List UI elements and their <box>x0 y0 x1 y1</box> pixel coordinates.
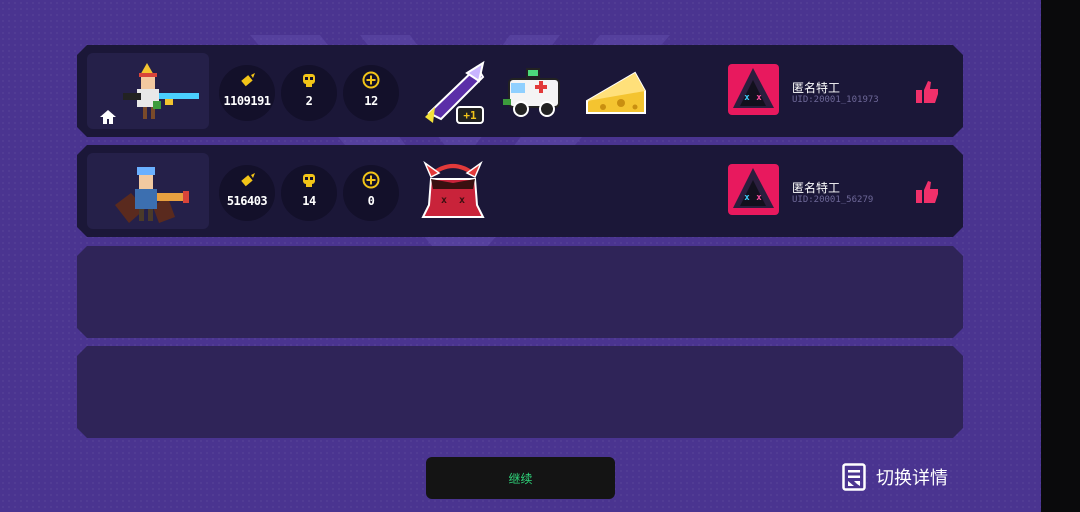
svg-text:x: x <box>744 193 750 203</box>
player-row-2: 2 516403 <box>77 145 963 237</box>
empty-player-slot <box>77 246 963 338</box>
stat-kills: 14 <box>281 165 337 221</box>
svg-text:x: x <box>756 93 762 103</box>
svg-text:+1: +1 <box>463 109 477 122</box>
svg-text:x: x <box>756 193 762 203</box>
empty-player-slot <box>77 346 963 438</box>
like-thumbs-up-icon[interactable] <box>913 178 941 206</box>
stat-ammo-value: 1109191 <box>223 94 271 108</box>
player-avatar: x x <box>728 64 779 115</box>
purple-shark-rocket-item: +1 <box>417 55 489 127</box>
stat-heal-value: 0 <box>367 194 375 208</box>
bullet-icon <box>238 71 256 89</box>
bullet-icon <box>238 171 256 189</box>
red-demon-head-item: x x <box>417 155 489 227</box>
character-portrait <box>87 53 209 129</box>
svg-text:x: x <box>459 195 465 206</box>
stat-kills: 2 <box>281 65 337 121</box>
switch-details-label: 切换详情 <box>876 468 948 489</box>
switch-details-icon <box>842 463 866 491</box>
heal-plus-icon <box>362 171 380 189</box>
player-avatar: x x <box>728 164 779 215</box>
stat-ammo-value: 516403 <box>226 194 268 208</box>
home-icon <box>99 109 117 125</box>
player-name: 匿名特工 <box>792 81 841 95</box>
stat-ammo: 516403 <box>219 165 275 221</box>
ambulance-item <box>497 55 569 127</box>
switch-details-button[interactable]: 切换详情 <box>842 462 948 492</box>
skull-icon <box>300 71 318 89</box>
character-portrait <box>87 153 209 229</box>
stat-ammo: 1109191 <box>219 65 275 121</box>
stat-heal: 12 <box>343 65 399 121</box>
player-uid: UID:20001_56279 <box>792 195 874 205</box>
stat-kills-value: 14 <box>302 194 316 208</box>
stat-heal: 0 <box>343 165 399 221</box>
like-thumbs-up-icon[interactable] <box>913 78 941 106</box>
continue-button[interactable]: 继续 <box>426 457 615 499</box>
svg-text:x: x <box>744 93 750 103</box>
results-screen: 1 1109191 <box>0 0 1041 512</box>
berserker-character-icon <box>87 153 209 229</box>
player-name: 匿名特工 <box>792 181 841 195</box>
svg-text:x: x <box>441 195 447 206</box>
stat-kills-value: 2 <box>305 94 313 108</box>
hooded-agent-icon: x x <box>728 164 779 215</box>
player-row-1: 1 1109191 <box>77 45 963 137</box>
cheese-item <box>579 55 651 127</box>
player-uid: UID:20001_101973 <box>792 95 879 105</box>
heal-plus-icon <box>362 71 380 89</box>
hooded-agent-icon: x x <box>728 64 779 115</box>
stat-heal-value: 12 <box>364 94 378 108</box>
skull-icon <box>300 171 318 189</box>
